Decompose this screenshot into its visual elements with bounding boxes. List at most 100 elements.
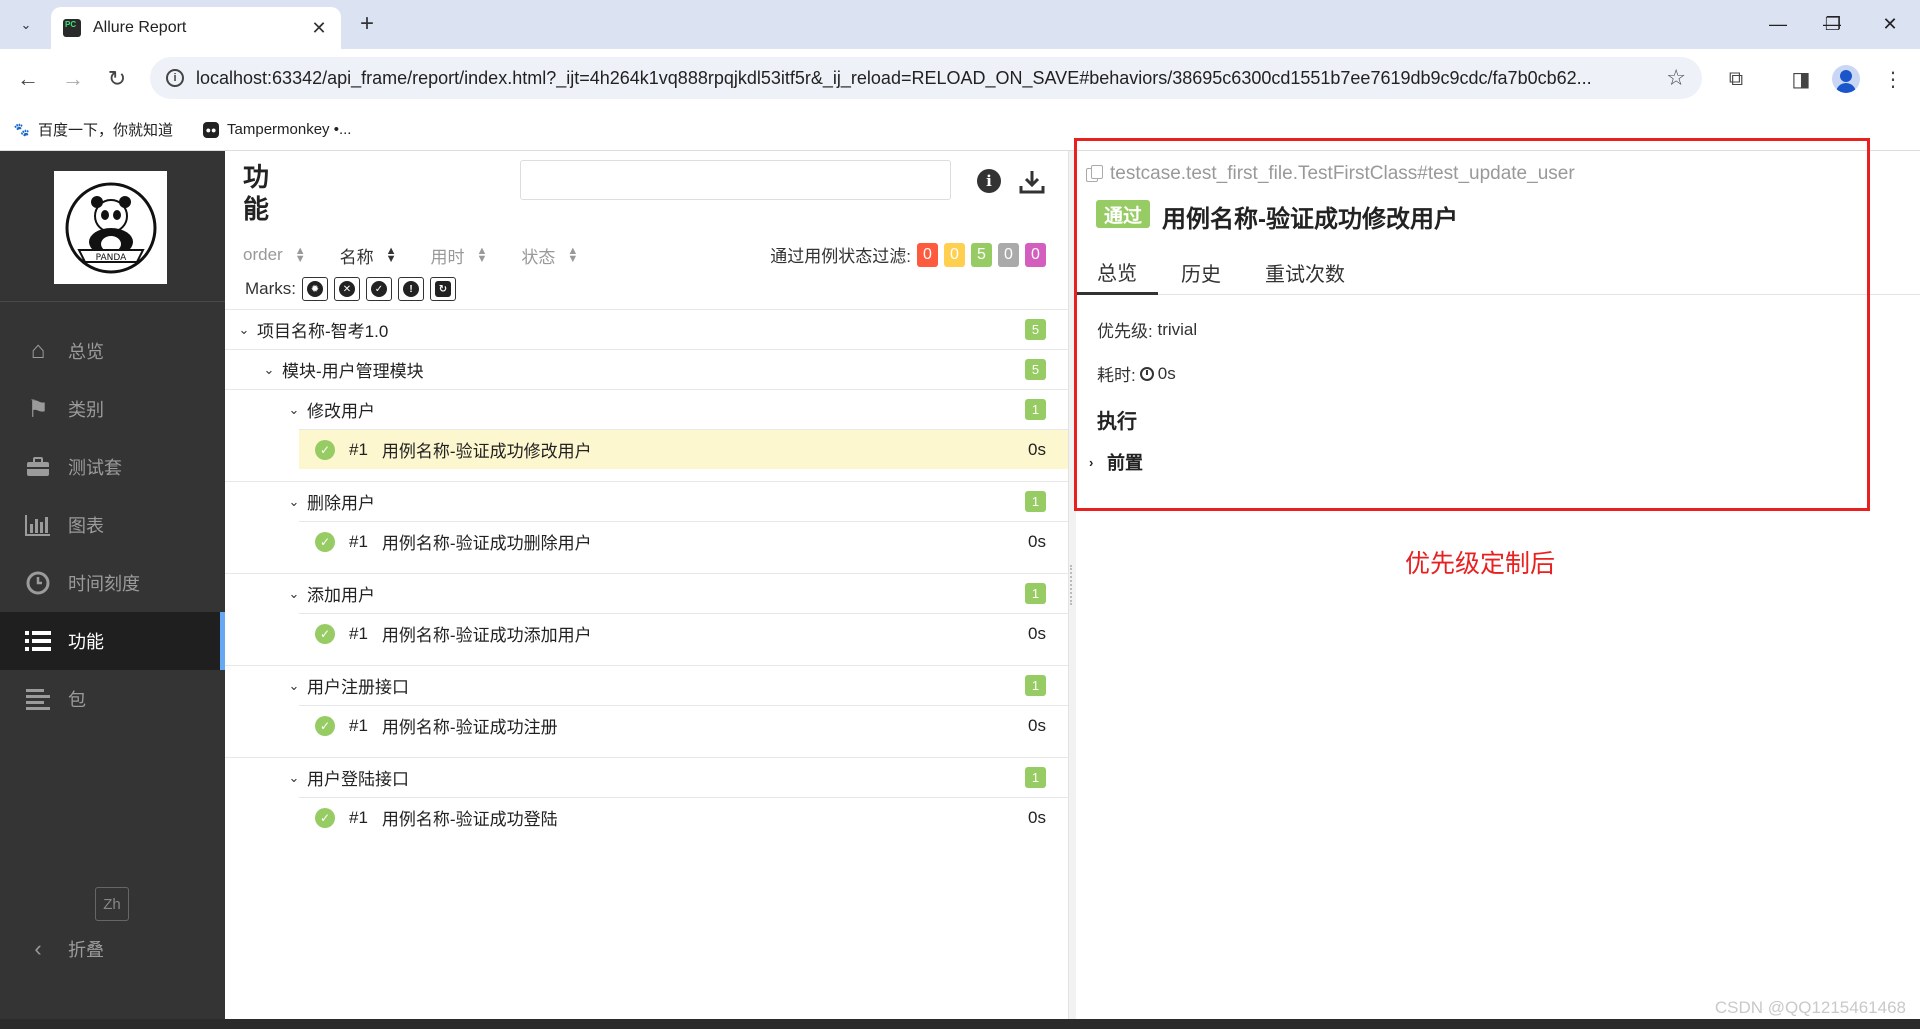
annotation-text: 优先级定制后	[1405, 544, 1555, 580]
test-case-row[interactable]: ✓ #1 用例名称-验证成功添加用户 0s	[299, 613, 1068, 653]
browser-tab-strip: ⌄ PC Allure Report ✕ + —	[0, 0, 1920, 49]
briefcase-icon	[24, 453, 52, 481]
marks-filter: Marks: ✹ ✕ ✓ ! ↻	[245, 277, 456, 301]
site-info-icon[interactable]: i	[166, 69, 184, 87]
mark-new-failed-toggle[interactable]: ✕	[334, 277, 360, 301]
tree-node-feature[interactable]: ⌄ 模块-用户管理模块 5	[225, 349, 1068, 389]
browser-toolbar: ← → ↻ i localhost:63342/api_frame/report…	[0, 49, 1920, 109]
test-case-row[interactable]: ✓ #1 用例名称-验证成功登陆 0s	[299, 797, 1068, 837]
extensions-icon[interactable]: ⧉	[1720, 63, 1752, 95]
status-filter: 通过用例状态过滤: 0 0 5 0 0	[770, 242, 1046, 267]
chevron-down-icon: ⌄	[285, 770, 303, 786]
filter-failed-toggle[interactable]: 0	[917, 243, 938, 267]
sort-arrows-icon: ▲▼	[476, 247, 487, 263]
taskbar-strip	[0, 1019, 1920, 1029]
menu-item-packages[interactable]: 包	[0, 670, 225, 728]
bookmark-star-icon[interactable]: ☆	[1666, 65, 1686, 91]
browser-menu-icon[interactable]: ⋮	[1877, 63, 1909, 95]
node-count-badge: 5	[1025, 319, 1046, 340]
address-bar[interactable]: i localhost:63342/api_frame/report/index…	[150, 57, 1702, 99]
node-count-badge: 1	[1025, 767, 1046, 788]
restore-button[interactable]: ❐	[1813, 9, 1853, 39]
sort-status[interactable]: 状态 ▲▼	[521, 243, 578, 268]
tree-node-story[interactable]: ⌄ 添加用户 1	[225, 573, 1068, 613]
bookmark-tampermonkey[interactable]: ●● Tampermonkey •...	[203, 121, 351, 138]
url-text[interactable]: localhost:63342/api_frame/report/index.h…	[196, 68, 1666, 89]
passed-check-icon: ✓	[315, 808, 335, 828]
flag-icon: ⚑	[24, 395, 52, 423]
mark-retries-toggle[interactable]: ↻	[430, 277, 456, 301]
close-tab-icon[interactable]: ✕	[309, 18, 329, 39]
filter-passed-toggle[interactable]: 5	[971, 243, 992, 267]
chevron-down-icon: ⌄	[235, 322, 253, 338]
bomb-icon: ✹	[307, 281, 323, 297]
svg-text:PANDA: PANDA	[95, 253, 127, 263]
close-window-button[interactable]: ✕	[1870, 9, 1910, 39]
pycharm-favicon-icon: PC	[63, 19, 81, 37]
times-circle-icon: ✕	[339, 281, 355, 297]
tree-node-story[interactable]: ⌄ 修改用户 1	[225, 389, 1068, 429]
language-switch-button[interactable]: Zh	[95, 887, 129, 921]
minimize-button[interactable]: —	[1758, 9, 1798, 39]
sort-bar: order ▲▼ 名称 ▲▼ 用时 ▲▼ 状态 ▲▼	[243, 243, 612, 267]
marks-label: Marks:	[245, 279, 296, 299]
forward-arrow-icon[interactable]: →	[57, 63, 89, 95]
tab-title: Allure Report	[93, 19, 309, 37]
menu-item-timeline[interactable]: 时间刻度	[0, 554, 225, 612]
splitter-grip-icon[interactable]	[1070, 565, 1074, 605]
menu-item-overview[interactable]: ⌂ 总览	[0, 322, 225, 380]
node-count-badge: 1	[1025, 583, 1046, 604]
mark-new-passed-toggle[interactable]: ✓	[366, 277, 392, 301]
bookmark-baidu[interactable]: 🐾 百度一下，你就知道	[14, 119, 173, 140]
menu-item-categories[interactable]: ⚑ 类别	[0, 380, 225, 438]
tree-node-story[interactable]: ⌄ 用户登陆接口 1	[225, 757, 1068, 797]
node-count-badge: 5	[1025, 359, 1046, 380]
download-icon[interactable]	[1017, 167, 1047, 197]
filter-broken-toggle[interactable]: 0	[944, 243, 965, 267]
sort-duration[interactable]: 用时 ▲▼	[430, 243, 487, 268]
passed-check-icon: ✓	[315, 440, 335, 460]
menu-item-behaviors[interactable]: 功能	[0, 612, 225, 670]
refresh-icon: ↻	[435, 281, 451, 297]
node-count-badge: 1	[1025, 491, 1046, 512]
tree-node-epic[interactable]: ⌄ 项目名称-智考1.0 5	[225, 309, 1068, 349]
menu-item-suites[interactable]: 测试套	[0, 438, 225, 496]
watermark: CSDN @QQ1215461468	[1715, 998, 1906, 1018]
mark-new-broken-toggle[interactable]: !	[398, 277, 424, 301]
side-panel-icon[interactable]: ◨	[1785, 63, 1817, 95]
collapse-menu-button[interactable]: ‹ 折叠	[24, 936, 104, 962]
tree-node-story[interactable]: ⌄ 删除用户 1	[225, 481, 1068, 521]
test-case-row[interactable]: ✓ #1 用例名称-验证成功删除用户 0s	[299, 521, 1068, 561]
filter-label: 通过用例状态过滤:	[770, 242, 911, 267]
sort-arrows-icon: ▲▼	[567, 247, 578, 263]
home-icon: ⌂	[24, 337, 52, 365]
browser-tab[interactable]: PC Allure Report ✕	[51, 7, 341, 49]
test-case-row[interactable]: ✓ #1 用例名称-验证成功修改用户 0s	[299, 429, 1068, 469]
info-icon[interactable]: i	[977, 169, 1001, 193]
new-tab-button[interactable]: +	[352, 9, 382, 39]
sort-arrows-icon: ▲▼	[386, 247, 397, 263]
check-circle-icon: ✓	[371, 281, 387, 297]
pane-title: 功能	[243, 161, 283, 225]
search-input[interactable]	[520, 160, 951, 200]
chevron-down-icon: ⌄	[285, 402, 303, 418]
list-icon	[24, 627, 52, 655]
tab-search-button[interactable]: ⌄	[10, 10, 42, 40]
passed-check-icon: ✓	[315, 532, 335, 552]
exclamation-circle-icon: !	[403, 281, 419, 297]
reload-icon[interactable]: ↻	[101, 63, 133, 95]
sort-name[interactable]: 名称 ▲▼	[340, 243, 397, 268]
tree-node-story[interactable]: ⌄ 用户注册接口 1	[225, 665, 1068, 705]
filter-unknown-toggle[interactable]: 0	[1025, 243, 1046, 267]
sort-order[interactable]: order ▲▼	[243, 245, 306, 265]
profile-avatar-icon[interactable]	[1832, 65, 1860, 93]
chevron-down-icon: ⌄	[285, 494, 303, 510]
mark-flaky-toggle[interactable]: ✹	[302, 277, 328, 301]
chevron-down-icon: ⌄	[285, 678, 303, 694]
test-case-row[interactable]: ✓ #1 用例名称-验证成功注册 0s	[299, 705, 1068, 745]
back-arrow-icon[interactable]: ←	[12, 63, 44, 95]
filter-skipped-toggle[interactable]: 0	[998, 243, 1019, 267]
menu-item-graphs[interactable]: 图表	[0, 496, 225, 554]
behaviors-tree-pane: 功能 i order ▲▼ 名称 ▲▼ 用时 ▲▼ 状态 ▲▼ 通过用例状态过滤…	[225, 151, 1068, 1019]
side-menu: PANDA ⌂ 总览 ⚑ 类别 测试套 图表 时间刻度 功能	[0, 151, 225, 1029]
